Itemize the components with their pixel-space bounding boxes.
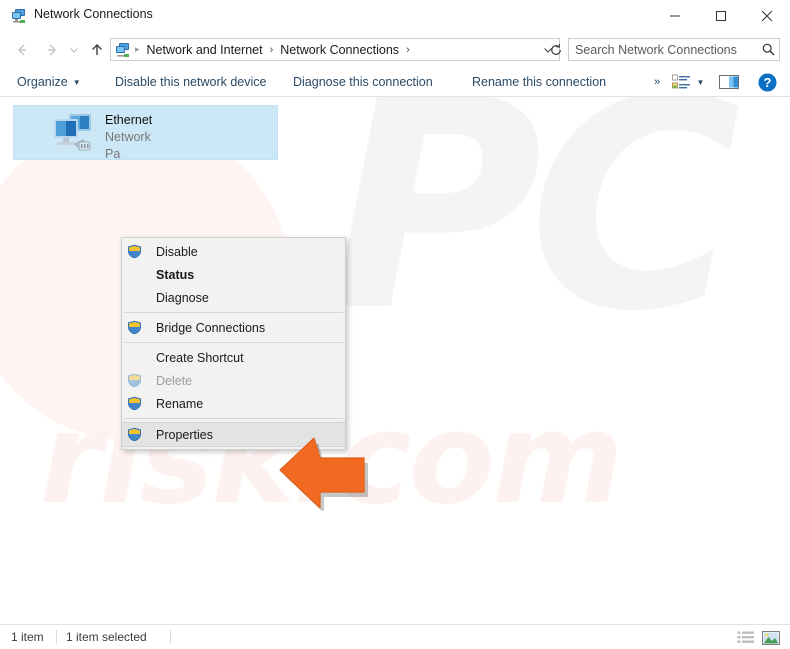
status-divider [170, 630, 171, 644]
search-input[interactable] [569, 42, 757, 57]
disable-network-device-button[interactable]: Disable this network device [109, 68, 272, 96]
context-menu-item-status[interactable]: Status [122, 263, 345, 286]
context-menu-item-disable[interactable]: Disable [122, 240, 345, 263]
context-menu-label: Rename [156, 396, 204, 411]
help-button[interactable]: ? [752, 68, 782, 96]
network-connections-icon [11, 8, 27, 24]
context-menu-label: Diagnose [156, 290, 209, 305]
diagnose-connection-button[interactable]: Diagnose this connection [287, 68, 439, 96]
svg-text:?: ? [763, 75, 771, 90]
context-menu-label: Delete [156, 373, 193, 388]
shield-icon [126, 243, 143, 260]
search-box[interactable] [568, 38, 780, 61]
chevron-down-icon: ▼ [72, 77, 81, 87]
back-button[interactable] [11, 39, 33, 61]
breadcrumb-separator-2: › [406, 43, 410, 56]
context-menu-separator [124, 312, 343, 313]
window-title: Network Connections [34, 7, 153, 21]
context-menu-separator [124, 418, 343, 419]
maximize-button[interactable] [698, 0, 744, 31]
status-bar: 1 item 1 item selected [0, 624, 790, 649]
status-divider [56, 630, 57, 644]
context-menu-item-bridge-connections[interactable]: Bridge Connections [122, 316, 345, 339]
address-bar[interactable]: ▸ Network and Internet › Network Connect… [110, 38, 560, 61]
address-bar-row: ▸ Network and Internet › Network Connect… [0, 31, 790, 68]
refresh-button[interactable] [545, 38, 567, 61]
details-view-button[interactable] [735, 628, 757, 647]
file-explorer-window: PC risk.com Network Connections ▸ Networ… [0, 0, 790, 649]
context-menu-item-properties[interactable]: Properties [122, 422, 345, 447]
no-icon-placeholder [126, 349, 143, 366]
connection-name: Ethernet [105, 113, 153, 127]
connection-network: Network [105, 129, 151, 144]
ethernet-adapter-icon [49, 109, 97, 157]
address-network-icon [115, 42, 131, 58]
breadcrumb-separator-1: › [269, 43, 274, 56]
preview-pane-button[interactable] [714, 68, 744, 96]
search-icon[interactable] [757, 42, 779, 57]
chevron-down-icon: ▼ [696, 77, 705, 87]
no-icon-placeholder [126, 266, 143, 283]
context-menu-item-delete: Delete [122, 369, 345, 392]
breadcrumb-network-and-internet[interactable]: Network and Internet [145, 42, 265, 58]
no-icon-placeholder [126, 289, 143, 306]
recent-locations-button[interactable] [66, 39, 82, 61]
rename-connection-button[interactable]: Rename this connection [466, 68, 612, 96]
command-bar: Organize ▼ Disable this network device D… [0, 68, 790, 97]
shield-icon [126, 395, 143, 412]
up-button[interactable] [86, 39, 108, 61]
window-controls [652, 0, 790, 31]
connection-adapter: Pa [105, 146, 121, 161]
title-bar: Network Connections [0, 0, 790, 31]
minimize-button[interactable] [652, 0, 698, 31]
context-menu-label: Create Shortcut [156, 350, 244, 365]
breadcrumb-network-connections[interactable]: Network Connections [278, 42, 401, 58]
forward-button[interactable] [41, 39, 63, 61]
context-menu-separator [124, 342, 343, 343]
context-menu-label: Status [156, 267, 195, 282]
organize-button[interactable]: Organize ▼ [11, 68, 87, 96]
connection-labels: Ethernet Network Pa [105, 112, 152, 163]
shield-icon [126, 372, 143, 389]
context-menu-item-rename[interactable]: Rename [122, 392, 345, 415]
shield-icon [126, 426, 143, 443]
context-menu-item-diagnose[interactable]: Diagnose [122, 286, 345, 309]
connection-item-ethernet[interactable]: Ethernet Network Pa [13, 105, 278, 163]
overflow-chevron-icon[interactable]: » [647, 68, 667, 96]
breadcrumb-root-separator: ▸ [135, 44, 140, 54]
context-menu[interactable]: Disable Status Diagnose Bridge Connectio… [121, 237, 346, 450]
content-area[interactable]: Ethernet Network Pa Disable Status Diagn… [0, 97, 790, 624]
context-menu-label: Properties [156, 427, 213, 442]
large-icons-view-button[interactable] [760, 628, 782, 647]
context-menu-label: Bridge Connections [156, 320, 266, 335]
context-menu-item-create-shortcut[interactable]: Create Shortcut [122, 346, 345, 369]
change-view-button[interactable]: ▼ [668, 68, 708, 96]
close-button[interactable] [744, 0, 790, 31]
organize-label: Organize [17, 75, 68, 89]
item-count-label: 1 item [11, 630, 44, 644]
selected-count-label: 1 item selected [66, 630, 147, 644]
shield-icon [126, 319, 143, 336]
context-menu-label: Disable [156, 244, 198, 259]
